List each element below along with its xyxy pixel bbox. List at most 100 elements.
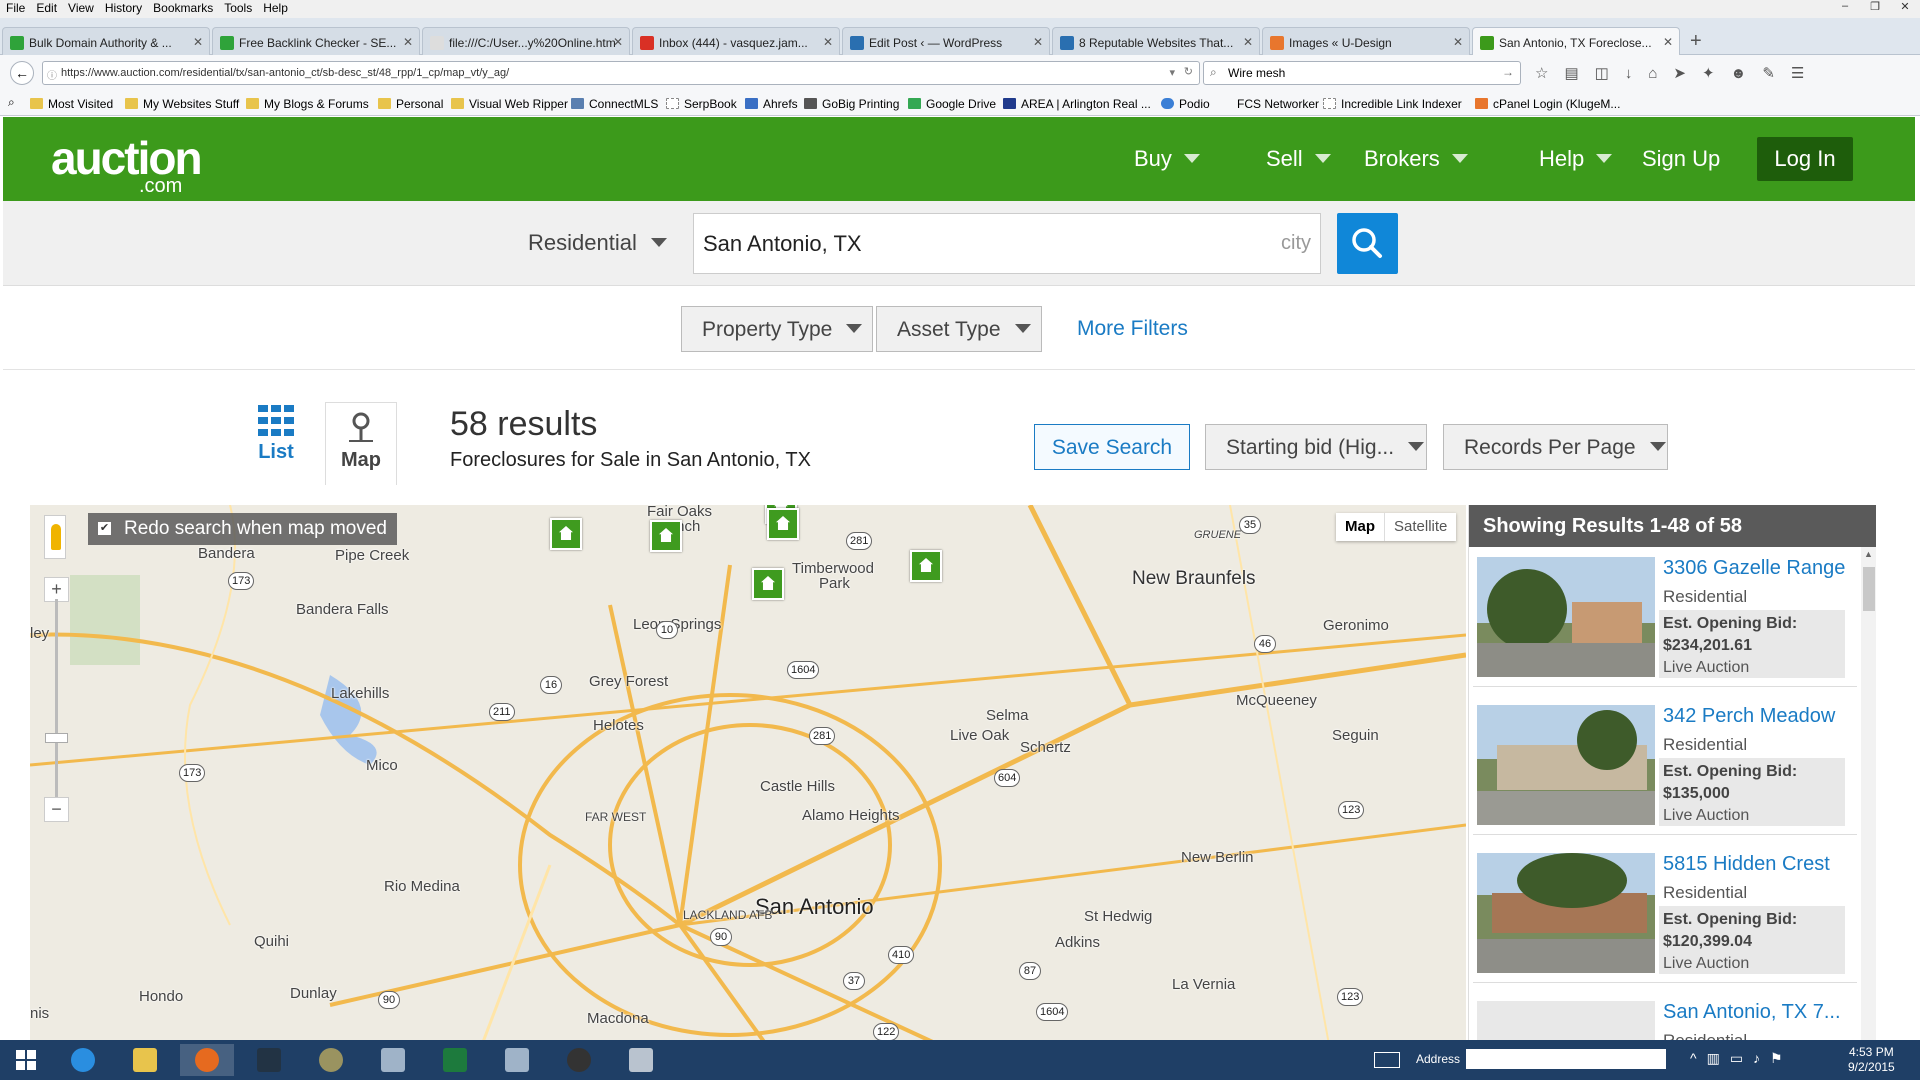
- addon-icon[interactable]: ✦: [1702, 65, 1731, 82]
- listing-card[interactable]: 3306 Gazelle Range Residential Est. Open…: [1473, 547, 1857, 687]
- nav-brokers[interactable]: Brokers: [1364, 146, 1468, 172]
- restore-icon[interactable]: ❐: [1860, 0, 1890, 18]
- menu-bookmarks[interactable]: Bookmarks: [147, 0, 218, 15]
- bookmark-item[interactable]: Podio: [1161, 97, 1210, 111]
- home-icon[interactable]: ⌂: [1648, 65, 1673, 82]
- pen-icon[interactable]: ✎: [1762, 65, 1791, 82]
- street-view-pegman-icon[interactable]: [44, 515, 66, 559]
- browser-tab[interactable]: Free Backlink Checker - SE... ✕: [212, 27, 420, 55]
- app-taskbar-button[interactable]: [552, 1044, 606, 1076]
- reader-icon[interactable]: ▤: [1564, 65, 1594, 82]
- listing-marker-icon[interactable]: [550, 518, 582, 550]
- records-per-page-dropdown[interactable]: Records Per Page: [1443, 424, 1668, 470]
- scroll-up-icon[interactable]: ▲: [1864, 549, 1873, 559]
- menu-edit[interactable]: Edit: [30, 0, 62, 15]
- property-type-dropdown[interactable]: Property Type: [681, 306, 873, 352]
- bookmark-item[interactable]: Ahrefs: [745, 97, 798, 111]
- bookmark-item[interactable]: cPanel Login (KlugeM...: [1475, 97, 1620, 111]
- hamburger-menu-icon[interactable]: ☰: [1791, 65, 1820, 82]
- go-arrow-icon[interactable]: →: [1502, 65, 1514, 79]
- tab-close-icon[interactable]: ✕: [823, 35, 833, 49]
- menu-tools[interactable]: Tools: [218, 0, 257, 15]
- redo-search-toggle[interactable]: ✔ Redo search when map moved: [88, 513, 397, 545]
- menu-view[interactable]: View: [62, 0, 99, 15]
- save-search-button[interactable]: Save Search: [1034, 424, 1190, 470]
- minimize-icon[interactable]: –: [1830, 0, 1860, 18]
- listing-marker-icon[interactable]: [752, 568, 784, 600]
- pocket-icon[interactable]: ◫: [1595, 65, 1625, 82]
- login-button[interactable]: Log In: [1757, 137, 1853, 181]
- listing-title[interactable]: 342 Perch Meadow: [1663, 705, 1835, 728]
- listing-title[interactable]: 3306 Gazelle Range: [1663, 557, 1845, 580]
- bookmark-item[interactable]: AREA | Arlington Real ...: [1003, 97, 1151, 111]
- chat-icon[interactable]: ☻: [1731, 65, 1763, 82]
- zoom-out-button[interactable]: −: [44, 797, 69, 822]
- browser-search-input[interactable]: ⌕ Wire mesh →: [1203, 61, 1521, 85]
- bookmark-item[interactable]: Google Drive: [908, 97, 996, 111]
- download-icon[interactable]: ↓: [1625, 65, 1649, 82]
- firefox-taskbar-button[interactable]: [180, 1044, 234, 1076]
- browser-tab[interactable]: Bulk Domain Authority & ... ✕: [2, 27, 210, 55]
- back-icon[interactable]: ←: [10, 61, 34, 85]
- app-taskbar-button[interactable]: [304, 1044, 358, 1076]
- listing-title[interactable]: 5815 Hidden Crest: [1663, 853, 1830, 876]
- browser-tab[interactable]: Inbox (444) - vasquez.jam... ✕: [632, 27, 840, 55]
- keyboard-icon[interactable]: [1374, 1052, 1400, 1068]
- location-input[interactable]: San Antonio, TX city: [693, 213, 1321, 274]
- tab-close-icon[interactable]: ✕: [1663, 35, 1673, 49]
- bookmark-item[interactable]: My Websites Stuff: [125, 97, 239, 111]
- dropdown-icon[interactable]: ▾: [1169, 66, 1175, 79]
- listing-title[interactable]: San Antonio, TX 7...: [1663, 1001, 1841, 1024]
- zoom-slider-handle[interactable]: [45, 733, 68, 743]
- new-tab-icon[interactable]: +: [1690, 30, 1702, 53]
- bookmark-item[interactable]: My Blogs & Forums: [246, 97, 369, 111]
- volume-icon[interactable]: ♪: [1753, 1050, 1770, 1066]
- tab-close-icon[interactable]: ✕: [1033, 35, 1043, 49]
- bookmark-item[interactable]: ConnectMLS: [571, 97, 658, 111]
- nav-help[interactable]: Help: [1539, 146, 1613, 172]
- category-dropdown[interactable]: Residential: [528, 230, 667, 256]
- list-view-toggle[interactable]: List: [236, 405, 316, 485]
- send-icon[interactable]: ➤: [1673, 65, 1702, 82]
- map-type-satellite-button[interactable]: Satellite: [1384, 513, 1456, 541]
- bookmark-item[interactable]: GoBig Printing: [804, 97, 899, 111]
- more-filters-link[interactable]: More Filters: [1077, 317, 1188, 341]
- bookmark-item[interactable]: FCS Networker: [1237, 97, 1319, 111]
- map-type-map-button[interactable]: Map: [1336, 513, 1384, 541]
- listing-photo[interactable]: [1477, 853, 1655, 973]
- asset-type-dropdown[interactable]: Asset Type: [876, 306, 1042, 352]
- bookmark-item[interactable]: Incredible Link Indexer: [1323, 97, 1462, 111]
- calculator-taskbar-button[interactable]: [614, 1044, 668, 1076]
- listing-marker-icon[interactable]: [650, 520, 682, 552]
- battery-icon[interactable]: ▭: [1730, 1050, 1753, 1066]
- nav-sign-up[interactable]: Sign Up: [1642, 146, 1720, 172]
- nav-buy[interactable]: Buy: [1134, 146, 1200, 172]
- excel-taskbar-button[interactable]: [428, 1044, 482, 1076]
- checkbox-checked-icon[interactable]: ✔: [98, 522, 111, 535]
- bookmark-item[interactable]: SerpBook: [666, 97, 737, 111]
- tab-close-icon[interactable]: ✕: [193, 35, 203, 49]
- app-taskbar-button[interactable]: [242, 1044, 296, 1076]
- bookmark-item[interactable]: Most Visited: [30, 97, 113, 111]
- explorer-taskbar-button[interactable]: [118, 1044, 172, 1076]
- results-map[interactable]: Fair Oaks Ranch Bandera Pipe Creek Bande…: [30, 505, 1466, 1050]
- tab-close-icon[interactable]: ✕: [1453, 35, 1463, 49]
- menu-file[interactable]: File: [0, 0, 30, 15]
- browser-tab[interactable]: Edit Post ‹ — WordPress ✕: [842, 27, 1050, 55]
- nav-sell[interactable]: Sell: [1266, 146, 1331, 172]
- site-info-icon[interactable]: ⓘ: [47, 67, 57, 82]
- app-taskbar-button[interactable]: [366, 1044, 420, 1076]
- browser-tab[interactable]: Images « U-Design ✕: [1262, 27, 1470, 55]
- search-icon[interactable]: ⌕: [8, 95, 15, 110]
- app-taskbar-button[interactable]: [490, 1044, 544, 1076]
- tray-chevron-icon[interactable]: ^: [1690, 1050, 1707, 1066]
- map-view-toggle[interactable]: Map: [325, 402, 397, 485]
- browser-tab-active[interactable]: San Antonio, TX Foreclose... ✕: [1472, 27, 1680, 55]
- url-bar[interactable]: ⓘ https://www.auction.com/residential/tx…: [42, 61, 1200, 85]
- browser-tab[interactable]: 8 Reputable Websites That... ✕: [1052, 27, 1260, 55]
- listing-marker-icon[interactable]: [767, 508, 799, 540]
- tab-close-icon[interactable]: ✕: [613, 35, 623, 49]
- clock[interactable]: 4:53 PM 9/2/2015: [1848, 1045, 1895, 1075]
- bookmark-item[interactable]: Personal: [378, 97, 443, 111]
- bookmark-item[interactable]: Visual Web Ripper: [451, 97, 568, 111]
